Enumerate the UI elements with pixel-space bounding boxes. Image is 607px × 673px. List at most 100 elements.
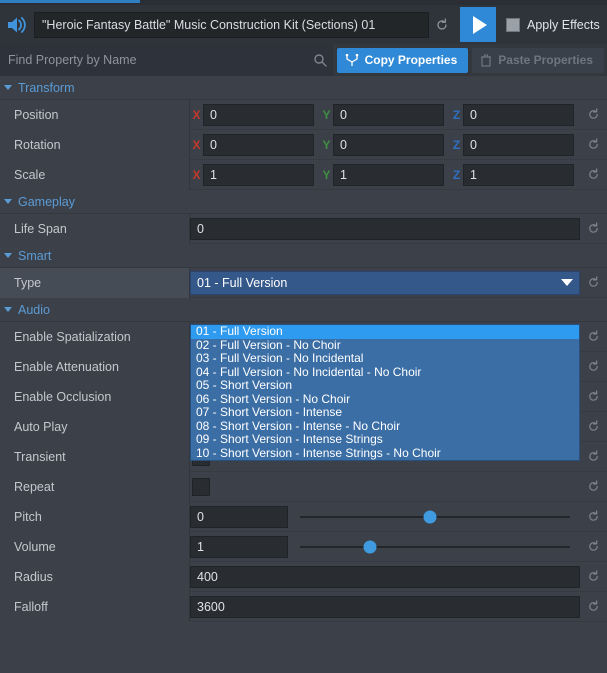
position-fields: X 0 Y 0 Z 0	[190, 100, 580, 130]
property-row-volume: Volume 1	[0, 532, 607, 562]
property-row-radius: Radius 400	[0, 562, 607, 592]
reset-enable-spatialization-button[interactable]	[580, 322, 607, 352]
chevron-down-icon	[4, 253, 12, 258]
dropdown-option-10[interactable]: 10 - Short Version - Intense Strings - N…	[191, 447, 579, 461]
label-radius: Radius	[0, 562, 190, 592]
reset-name-button[interactable]	[429, 12, 455, 38]
reset-falloff-button[interactable]	[580, 592, 607, 622]
axis-label-y: Y	[320, 168, 333, 182]
reset-pitch-button[interactable]	[580, 502, 607, 532]
volume-slider-track	[300, 546, 570, 548]
reset-radius-button[interactable]	[580, 562, 607, 592]
label-type: Type	[0, 268, 190, 298]
pitch-input[interactable]: 0	[190, 506, 288, 528]
axis-label-z: Z	[450, 108, 463, 122]
reset-life-span-button[interactable]	[580, 214, 607, 244]
section-header-gameplay[interactable]: Gameplay	[0, 190, 607, 214]
repeat-body	[190, 472, 580, 502]
reset-transient-button[interactable]	[580, 442, 607, 472]
label-pitch: Pitch	[0, 502, 190, 532]
paste-properties-button[interactable]: Paste Properties	[472, 48, 604, 73]
life-span-input[interactable]: 0	[190, 218, 580, 240]
dropdown-option-4[interactable]: 04 - Full Version - No Incidental - No C…	[191, 366, 579, 380]
scale-x-input[interactable]: 1	[203, 164, 314, 186]
scale-y-input[interactable]: 1	[333, 164, 444, 186]
section-title-audio: Audio	[18, 303, 50, 317]
dropdown-option-5[interactable]: 05 - Short Version	[191, 379, 579, 393]
label-position: Position	[0, 100, 190, 130]
search-icon[interactable]	[307, 44, 333, 76]
position-z-input[interactable]: 0	[463, 104, 574, 126]
label-transient: Transient	[0, 442, 190, 472]
label-enable-occlusion: Enable Occlusion	[0, 382, 190, 412]
search-input[interactable]: Find Property by Name	[0, 44, 307, 76]
falloff-input[interactable]: 3600	[190, 596, 580, 618]
property-row-pitch: Pitch 0	[0, 502, 607, 532]
scale-z-input[interactable]: 1	[463, 164, 574, 186]
apply-effects-label: Apply Effects	[527, 18, 600, 32]
type-body: 01 - Full Version	[190, 268, 580, 298]
dropdown-option-7[interactable]: 07 - Short Version - Intense	[191, 406, 579, 420]
section-title-gameplay: Gameplay	[18, 195, 75, 209]
play-button[interactable]	[460, 7, 496, 42]
rotation-x-input[interactable]: 0	[203, 134, 314, 156]
repeat-checkbox[interactable]	[192, 478, 210, 496]
speaker-icon	[0, 5, 34, 44]
label-volume: Volume	[0, 532, 190, 562]
section-header-smart[interactable]: Smart	[0, 244, 607, 268]
paste-properties-label: Paste Properties	[498, 53, 593, 67]
dropdown-option-8[interactable]: 08 - Short Version - Intense - No Choir	[191, 420, 579, 434]
section-header-transform[interactable]: Transform	[0, 76, 607, 100]
axis-label-z: Z	[450, 138, 463, 152]
chevron-down-icon	[4, 307, 12, 312]
volume-input[interactable]: 1	[190, 536, 288, 558]
dropdown-option-9[interactable]: 09 - Short Version - Intense Strings	[191, 433, 579, 447]
type-combobox[interactable]: 01 - Full Version	[190, 271, 580, 295]
pitch-slider[interactable]	[288, 506, 580, 528]
asset-name-field[interactable]: "Heroic Fantasy Battle" Music Constructi…	[34, 12, 429, 38]
reset-repeat-button[interactable]	[580, 472, 607, 502]
position-y-input[interactable]: 0	[333, 104, 444, 126]
dropdown-option-2[interactable]: 02 - Full Version - No Choir	[191, 339, 579, 353]
label-repeat: Repeat	[0, 472, 190, 502]
copy-properties-label: Copy Properties	[365, 53, 458, 67]
reset-type-button[interactable]	[580, 268, 607, 298]
reset-position-button[interactable]	[580, 100, 607, 130]
label-enable-attenuation: Enable Attenuation	[0, 352, 190, 382]
radius-input[interactable]: 400	[190, 566, 580, 588]
panel-bottom-spacer	[0, 622, 607, 640]
pitch-slider-knob[interactable]	[423, 510, 436, 523]
type-dropdown-list[interactable]: 01 - Full Version02 - Full Version - No …	[190, 324, 580, 461]
copy-properties-icon	[345, 54, 359, 67]
life-span-body: 0	[190, 214, 580, 244]
dropdown-option-3[interactable]: 03 - Full Version - No Incidental	[191, 352, 579, 366]
volume-slider-knob[interactable]	[364, 540, 377, 553]
property-row-scale: Scale X 1 Y 1 Z 1	[0, 160, 607, 190]
scale-fields: X 1 Y 1 Z 1	[190, 160, 580, 190]
axis-label-z: Z	[450, 168, 463, 182]
pitch-body: 0	[190, 502, 580, 532]
radius-body: 400	[190, 562, 580, 592]
dropdown-option-6[interactable]: 06 - Short Version - No Choir	[191, 393, 579, 407]
apply-effects-toggle[interactable]: Apply Effects	[506, 18, 600, 32]
label-rotation: Rotation	[0, 130, 190, 160]
reset-volume-button[interactable]	[580, 532, 607, 562]
reset-rotation-button[interactable]	[580, 130, 607, 160]
reset-scale-button[interactable]	[580, 160, 607, 190]
rotation-z-input[interactable]: 0	[463, 134, 574, 156]
chevron-down-icon	[561, 279, 573, 286]
section-header-audio[interactable]: Audio	[0, 298, 607, 322]
search-toolbar: Find Property by Name Copy Properties Pa…	[0, 44, 607, 76]
copy-properties-button[interactable]: Copy Properties	[337, 48, 469, 73]
apply-effects-checkbox[interactable]	[506, 18, 520, 32]
volume-slider[interactable]	[288, 536, 580, 558]
dropdown-option-1[interactable]: 01 - Full Version	[191, 325, 579, 339]
reset-enable-occlusion-button[interactable]	[580, 382, 607, 412]
chevron-down-icon	[4, 199, 12, 204]
active-tab-indicator[interactable]	[0, 0, 140, 3]
reset-auto-play-button[interactable]	[580, 412, 607, 442]
position-x-input[interactable]: 0	[203, 104, 314, 126]
reset-enable-attenuation-button[interactable]	[580, 352, 607, 382]
pitch-slider-track	[300, 516, 570, 518]
rotation-y-input[interactable]: 0	[333, 134, 444, 156]
